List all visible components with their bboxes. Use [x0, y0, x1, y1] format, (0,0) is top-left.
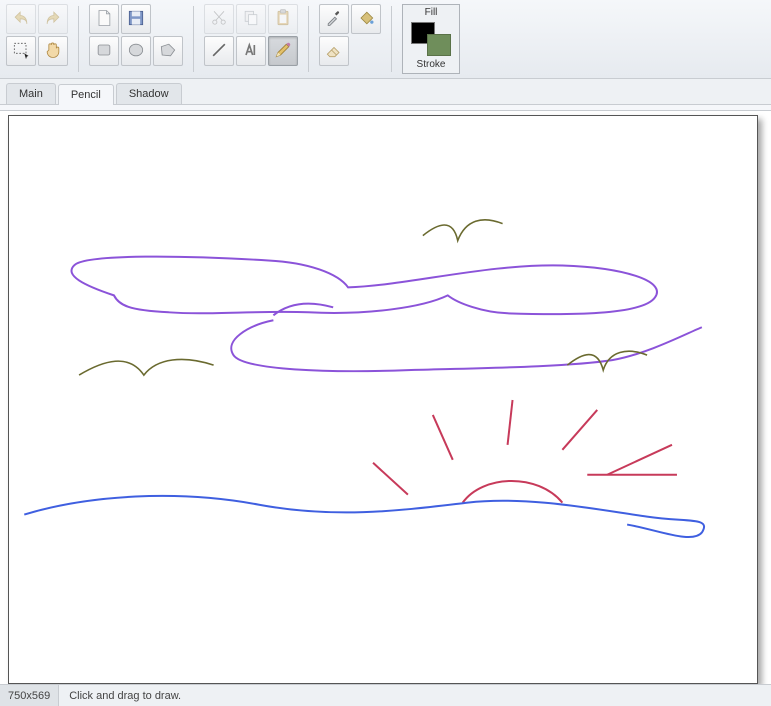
- color-swatch-panel: Fill Stroke: [402, 4, 460, 74]
- polygon-tool-button[interactable]: [153, 36, 183, 66]
- pencil-tool-button[interactable]: [268, 36, 298, 66]
- undo-icon: [11, 8, 31, 31]
- tab-label: Pencil: [71, 89, 101, 101]
- drawing-svg: [9, 116, 757, 683]
- line-tool-button[interactable]: [204, 36, 234, 66]
- color-swatches[interactable]: [409, 20, 453, 58]
- marquee-select-button[interactable]: [6, 36, 36, 66]
- fill-label: Fill: [425, 7, 438, 19]
- eraser-button[interactable]: [319, 36, 349, 66]
- tab-shadow[interactable]: Shadow: [116, 83, 182, 104]
- bucket-fill-button[interactable]: [351, 4, 381, 34]
- text-tool-button[interactable]: [236, 36, 266, 66]
- redo-icon: [43, 8, 63, 31]
- undo-button[interactable]: [6, 4, 36, 34]
- option-tabs: Main Pencil Shadow: [0, 79, 771, 105]
- polygon-icon: [158, 40, 178, 63]
- rectangle-tool-button[interactable]: [89, 36, 119, 66]
- stroke-color-swatch[interactable]: [427, 34, 451, 56]
- paste-button[interactable]: [268, 4, 298, 34]
- toolbar: Fill Stroke: [0, 0, 771, 79]
- redo-button[interactable]: [38, 4, 68, 34]
- scissors-icon: [209, 8, 229, 31]
- hand-pan-button[interactable]: [38, 36, 68, 66]
- status-hint: Click and drag to draw.: [59, 685, 771, 706]
- drawing-canvas[interactable]: [8, 115, 758, 684]
- marquee-icon: [11, 40, 31, 63]
- eyedropper-button[interactable]: [319, 4, 349, 34]
- text-icon: [241, 40, 261, 63]
- canvas-dimensions: 750x569: [0, 685, 59, 706]
- tab-label: Main: [19, 88, 43, 100]
- cut-button[interactable]: [204, 4, 234, 34]
- stroke-label: Stroke: [417, 59, 446, 71]
- paint-bucket-icon: [356, 8, 376, 31]
- copy-icon: [241, 8, 261, 31]
- hand-icon: [43, 40, 63, 63]
- line-icon: [209, 40, 229, 63]
- ellipse-tool-button[interactable]: [121, 36, 151, 66]
- status-bar: 750x569 Click and drag to draw.: [0, 684, 771, 706]
- eraser-icon: [324, 40, 344, 63]
- ellipse-icon: [126, 40, 146, 63]
- copy-button[interactable]: [236, 4, 266, 34]
- file-icon: [94, 8, 114, 31]
- rectangle-icon: [94, 40, 114, 63]
- new-file-button[interactable]: [89, 4, 119, 34]
- eyedropper-icon: [324, 8, 344, 31]
- tab-pencil[interactable]: Pencil: [58, 84, 114, 105]
- tab-main[interactable]: Main: [6, 83, 56, 104]
- save-button[interactable]: [121, 4, 151, 34]
- clipboard-icon: [273, 8, 293, 31]
- save-icon: [126, 8, 146, 31]
- canvas-area: [0, 111, 771, 684]
- pencil-icon: [273, 40, 293, 63]
- tab-label: Shadow: [129, 88, 169, 100]
